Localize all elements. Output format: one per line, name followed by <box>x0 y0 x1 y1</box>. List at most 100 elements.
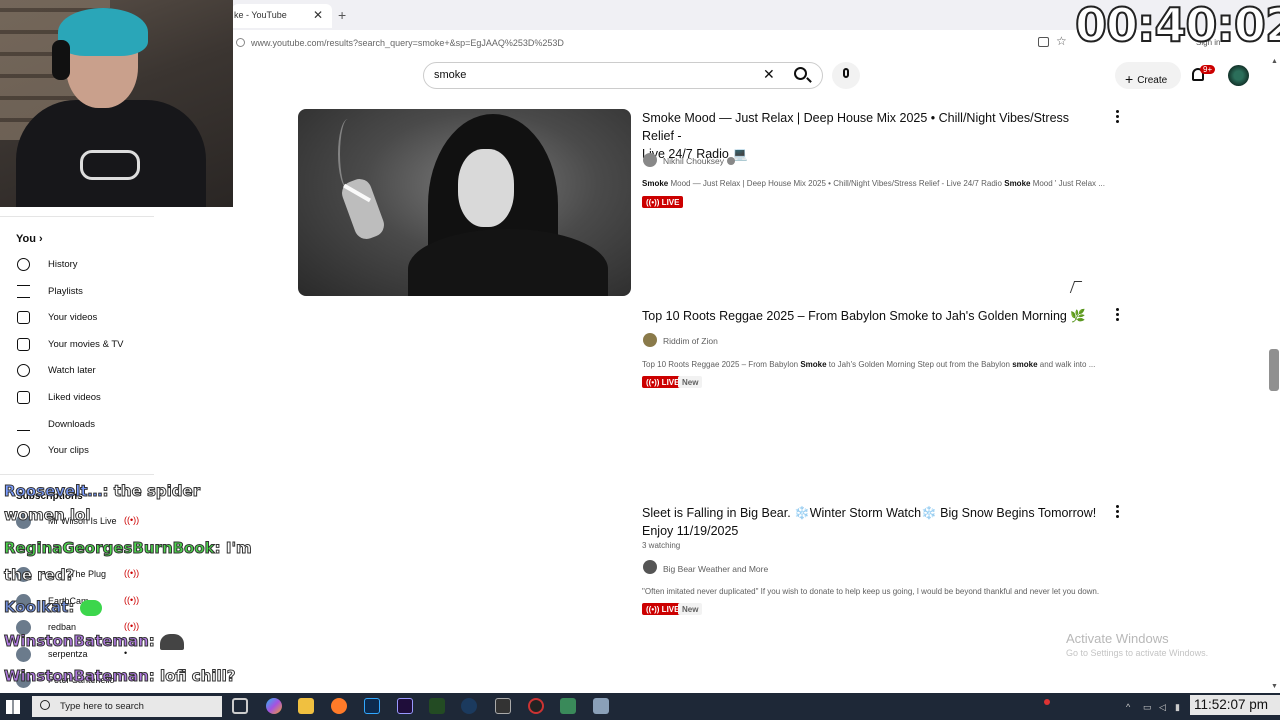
microphone-icon <box>843 68 849 78</box>
steam-icon[interactable] <box>461 698 477 714</box>
create-label: Create <box>1137 75 1168 86</box>
verified-badge-icon <box>726 157 735 165</box>
channel-avatar[interactable] <box>643 333 657 347</box>
more-actions-icon[interactable] <box>1116 505 1120 520</box>
taskbar-search-input[interactable]: Type here to search <box>60 701 144 712</box>
clips-icon <box>17 444 30 457</box>
firefox-icon[interactable] <box>331 698 347 714</box>
thumbnail-face <box>458 149 514 227</box>
subscription-label: redban <box>48 622 77 632</box>
smoke-wisp <box>338 119 358 189</box>
desc-text: Mood ' Just Relax ... <box>1030 179 1105 188</box>
video-title-line: Sleet is Falling in Big Bear. ❄️Winter S… <box>642 506 1097 520</box>
sidebar-item-label: Your movies & TV <box>48 339 124 350</box>
account-avatar[interactable] <box>1228 65 1249 86</box>
chat-message: the red? <box>3 566 74 585</box>
subscription-label: serpentza <box>48 649 88 659</box>
sidebar-item-watch-later[interactable]: Watch later <box>0 358 154 384</box>
bookmark-star-icon[interactable]: ☆ <box>1056 34 1067 48</box>
search-input[interactable]: smoke <box>434 69 466 81</box>
chat-emote <box>79 599 102 616</box>
sidebar-item-downloads[interactable]: Downloads <box>0 412 154 438</box>
sidebar-item-playlists[interactable]: Playlists <box>0 279 154 305</box>
video-title[interactable]: Top 10 Roots Reggae 2025 – From Babylon … <box>642 307 1097 325</box>
notification-dot <box>1044 699 1050 705</box>
create-button[interactable]: + Create <box>1115 62 1181 89</box>
sidebar-item-label: Your clips <box>48 445 89 456</box>
mic-tray-icon[interactable]: ▮ <box>1175 702 1180 713</box>
scrollbar-thumb[interactable] <box>1269 349 1279 391</box>
chat-text: : lofi chill? <box>148 667 236 686</box>
search-icon <box>794 67 807 80</box>
photoshop-icon[interactable] <box>364 698 380 714</box>
premiere-icon[interactable] <box>397 698 413 714</box>
chat-username: ReginaGeorgesBurnBook <box>4 539 216 558</box>
sidebar-item-liked-videos[interactable]: Liked videos <box>0 385 154 411</box>
more-actions-icon[interactable] <box>1116 110 1120 125</box>
copilot-icon[interactable] <box>266 698 282 714</box>
channel-avatar[interactable] <box>643 153 657 167</box>
reader-view-icon[interactable] <box>1038 37 1049 47</box>
network-icon[interactable]: ▭ <box>1143 702 1152 713</box>
movies-icon <box>17 338 30 351</box>
liked-icon <box>17 391 30 404</box>
video-title[interactable]: Sleet is Falling in Big Bear. ❄️Winter S… <box>642 504 1097 540</box>
chat-username: Koolkat <box>3 598 69 617</box>
new-badge: New <box>678 603 703 615</box>
viewer-count: 3 watching <box>642 541 681 550</box>
new-tab-button[interactable]: + <box>338 7 346 23</box>
mouse-cursor-icon <box>1069 281 1083 293</box>
windows-start-icon[interactable] <box>6 700 20 714</box>
obs-icon[interactable] <box>528 698 544 714</box>
chat-message: WinstonBateman: <box>4 632 185 651</box>
task-view-icon[interactable] <box>232 698 248 714</box>
notifications-badge: 9+ <box>1200 65 1216 74</box>
chat-message: Roosevelt…: the spider <box>4 482 201 501</box>
playlists-icon <box>17 285 30 298</box>
taskbar-clock[interactable]: 11:52:07 pm <box>1190 695 1280 715</box>
chart-app-icon[interactable] <box>429 698 445 714</box>
video-thumbnail[interactable] <box>298 109 631 296</box>
sidebar-you-header[interactable]: You › <box>16 233 43 245</box>
terminal-icon[interactable] <box>495 698 511 714</box>
sidebar-item-your-clips[interactable]: Your clips <box>0 438 154 464</box>
desc-text: Top 10 Roots Reggae 2025 – From Babylon <box>642 360 801 369</box>
activate-windows-title: Activate Windows <box>1066 631 1169 646</box>
download-icon <box>17 418 30 431</box>
desc-text: to Jah's Golden Morning Step out from th… <box>826 360 1013 369</box>
scroll-down-arrow-icon[interactable]: ▼ <box>1271 683 1278 690</box>
video-title[interactable]: Smoke Mood — Just Relax | Deep House Mix… <box>642 109 1097 163</box>
volume-icon[interactable]: ◁ <box>1159 702 1166 713</box>
channel-avatar[interactable] <box>643 560 657 574</box>
sidebar-item-label: Watch later <box>48 365 96 376</box>
webcam-overlay <box>0 0 233 207</box>
taskbar-app-icon[interactable] <box>593 698 609 714</box>
file-explorer-icon[interactable] <box>298 698 314 714</box>
more-actions-icon[interactable] <box>1116 308 1120 323</box>
chat-text: : I'm <box>214 539 252 558</box>
desc-highlight: Smoke <box>642 179 669 188</box>
close-tab-icon[interactable]: ✕ <box>313 8 323 22</box>
calculator-icon[interactable] <box>560 698 576 714</box>
sidebar-item-movies-tv[interactable]: Your movies & TV <box>0 332 154 358</box>
watch-later-icon <box>17 364 30 377</box>
chat-username: WinstonBateman <box>4 632 150 651</box>
live-indicator-icon: ((•)) <box>124 621 140 631</box>
video-title-line: Smoke Mood — Just Relax | Deep House Mix… <box>642 111 1070 143</box>
desc-highlight: Smoke <box>800 360 827 369</box>
clear-search-icon[interactable]: ✕ <box>763 66 775 83</box>
desc-text: and walk into ... <box>1037 360 1096 369</box>
scroll-up-arrow-icon[interactable]: ▲ <box>1271 58 1278 65</box>
history-icon <box>17 258 30 271</box>
channel-name[interactable]: Big Bear Weather and More <box>663 564 768 574</box>
tray-overflow-icon[interactable]: ^ <box>1126 702 1130 712</box>
channel-name[interactable]: Riddim of Zion <box>663 336 718 346</box>
channel-name[interactable]: Nikhil Chouksey <box>663 156 735 166</box>
sidebar-item-your-videos[interactable]: Your videos <box>0 305 154 331</box>
sidebar-item-history[interactable]: History <box>0 252 154 278</box>
sidebar-divider <box>0 216 154 217</box>
sidebar-item-label: Playlists <box>48 286 83 297</box>
address-bar[interactable]: www.youtube.com/results?search_query=smo… <box>251 38 564 48</box>
chat-message: WinstonBateman: lofi chill? <box>4 667 236 686</box>
site-info-icon[interactable] <box>236 38 245 47</box>
